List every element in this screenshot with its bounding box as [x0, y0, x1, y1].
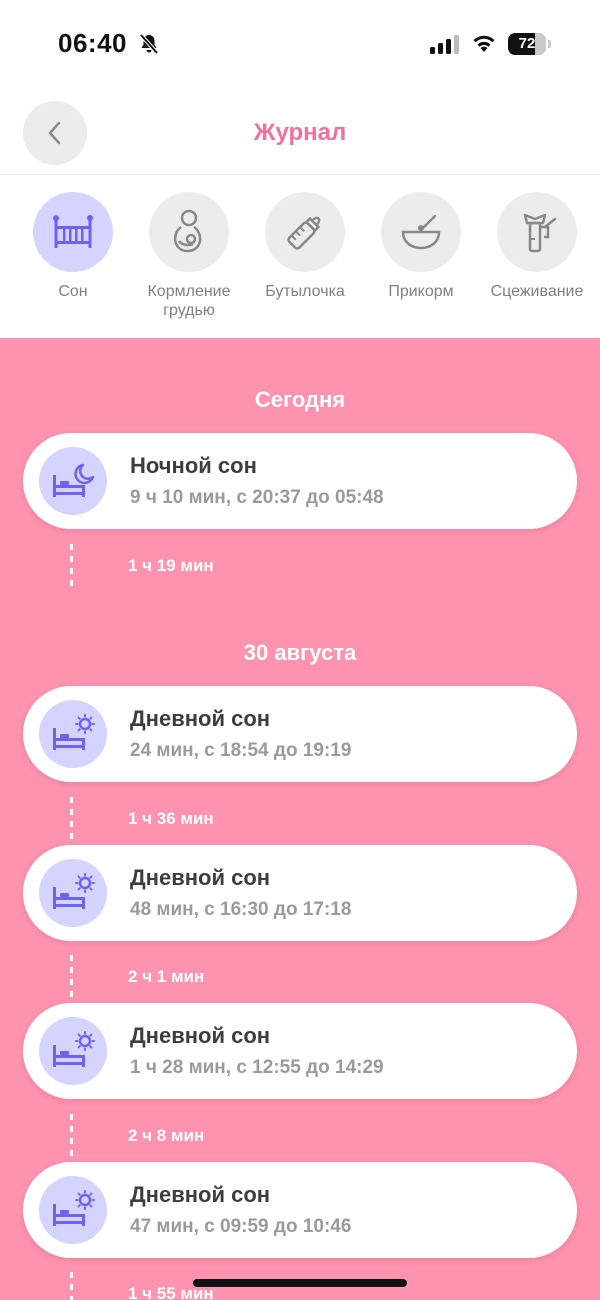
gap-duration: 2 ч 8 мин [128, 1126, 205, 1145]
crib-icon [53, 215, 93, 248]
gap-duration: 1 ч 19 мин [128, 556, 214, 575]
tab-solid-food[interactable]: Прикорм [363, 192, 479, 301]
sleep-entry[interactable]: Дневной сон 47 мин, с 09:59 до 10:46 [23, 1162, 577, 1258]
day-sleep-icon [53, 714, 95, 750]
tab-label: Прикорм [388, 283, 454, 300]
tab-label: Сцеживание [490, 283, 584, 300]
bottle-icon [287, 216, 321, 250]
tab-sleep[interactable]: Сон [15, 192, 131, 301]
battery-level: 72 [518, 35, 536, 52]
wifi-icon [473, 35, 495, 52]
bowl-icon [401, 214, 441, 250]
chevron-left-icon [48, 121, 61, 145]
tab-label: Сон [58, 283, 88, 300]
tab-label: Кормление грудью [147, 283, 231, 319]
gap-interval: 2 ч 1 мин [70, 955, 370, 1001]
entry-duration: 1 ч 28 мин, с 12:55 до 14:29 [130, 1057, 384, 1078]
sleep-entry[interactable]: Ночной сон 9 ч 10 мин, с 20:37 до 05:48 [23, 433, 577, 529]
tab-bottle[interactable]: Бутылочка [247, 192, 363, 301]
status-time: 06:40 [58, 28, 127, 58]
back-button[interactable] [23, 101, 87, 165]
gap-interval: 2 ч 8 мин [70, 1114, 370, 1160]
tab-label: Бутылочка [265, 283, 345, 300]
day-sleep-icon [53, 1190, 95, 1226]
date-heading: Сегодня [254, 387, 346, 412]
gap-duration: 2 ч 1 мин [128, 967, 205, 986]
cellular-signal-icon [430, 35, 459, 54]
tab-pumping[interactable]: Сцеживание [479, 192, 595, 301]
breast-pump-icon [523, 213, 557, 253]
sleep-entry[interactable]: Дневной сон 48 мин, с 16:30 до 17:18 [23, 845, 577, 941]
battery-indicator: 72 [508, 33, 551, 55]
entry-duration: 9 ч 10 мин, с 20:37 до 05:48 [130, 487, 384, 508]
date-heading: 30 августа [243, 640, 357, 665]
gap-duration: 1 ч 36 мин [128, 809, 214, 828]
day-sleep-icon [53, 1031, 95, 1067]
category-tabs: Сон Кормление грудью Бутылочка Прикорм С… [0, 176, 600, 338]
bell-muted-icon [139, 33, 159, 55]
entry-title: Дневной сон [130, 865, 271, 890]
night-sleep-icon [53, 463, 95, 497]
entry-title: Дневной сон [130, 1023, 271, 1048]
entry-duration: 47 мин, с 09:59 до 10:46 [130, 1216, 352, 1237]
home-indicator [193, 1279, 407, 1287]
sleep-entry[interactable]: Дневной сон 24 мин, с 18:54 до 19:19 [23, 686, 577, 782]
entry-duration: 24 мин, с 18:54 до 19:19 [130, 740, 352, 761]
breastfeeding-icon [173, 209, 202, 253]
sleep-entry[interactable]: Дневной сон 1 ч 28 мин, с 12:55 до 14:29 [23, 1003, 577, 1099]
tab-breastfeeding[interactable]: Кормление грудью [131, 192, 247, 320]
status-bar: 06:40 72 [0, 0, 600, 90]
entry-title: Дневной сон [130, 706, 271, 731]
day-sleep-icon [53, 873, 95, 909]
gap-interval: 1 ч 19 мин [70, 544, 370, 590]
gap-interval: 1 ч 36 мин [70, 797, 370, 843]
entry-title: Дневной сон [130, 1182, 271, 1207]
entry-title: Ночной сон [130, 453, 257, 478]
journal-list: Сегодня Ночной сон 9 ч 10 мин, с 20:37 д… [0, 338, 600, 1300]
header: Журнал [0, 90, 600, 175]
entry-duration: 48 мин, с 16:30 до 17:18 [130, 899, 352, 920]
page-title: Журнал [253, 119, 347, 146]
